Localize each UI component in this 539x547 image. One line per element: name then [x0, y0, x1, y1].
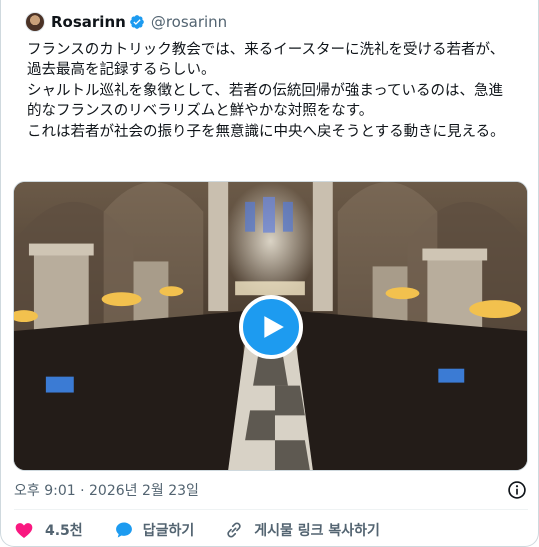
avatar[interactable] — [25, 12, 45, 32]
tweet-timestamp[interactable]: 오후 9:01 · 2026년 2월 23일 — [14, 480, 199, 500]
author-handle[interactable]: @rosarinn — [151, 13, 227, 31]
info-icon[interactable] — [507, 480, 527, 500]
copy-link-label: 게시물 링크 복사하기 — [254, 523, 380, 539]
play-icon — [264, 316, 284, 338]
play-button[interactable] — [239, 295, 303, 359]
like-count: 4.5천 — [45, 523, 83, 539]
tweet-card: Rosarinn @rosarinn フランスのカトリック教会では、来るイースタ… — [0, 0, 539, 547]
video-player[interactable] — [13, 181, 528, 471]
tweet-header: Rosarinn @rosarinn — [25, 10, 227, 34]
heart-icon — [15, 523, 33, 538]
reply-bubble-icon — [115, 522, 132, 538]
reply-button[interactable]: 답글하기 — [114, 520, 195, 540]
reply-label: 답글하기 — [142, 523, 195, 539]
action-bar: 4.5천 답글하기 게시물 링크 복사하기 — [14, 519, 380, 541]
link-icon — [227, 522, 241, 538]
author-display-name[interactable]: Rosarinn — [51, 13, 126, 31]
copy-link-button[interactable]: 게시물 링크 복사하기 — [224, 520, 380, 540]
tweet-text: フランスのカトリック教会では、来るイースターに洗礼を受ける若者が、過去最高を記録… — [27, 42, 505, 140]
divider — [14, 509, 528, 510]
verified-badge-icon — [129, 15, 144, 29]
like-button[interactable]: 4.5천 — [14, 520, 83, 540]
